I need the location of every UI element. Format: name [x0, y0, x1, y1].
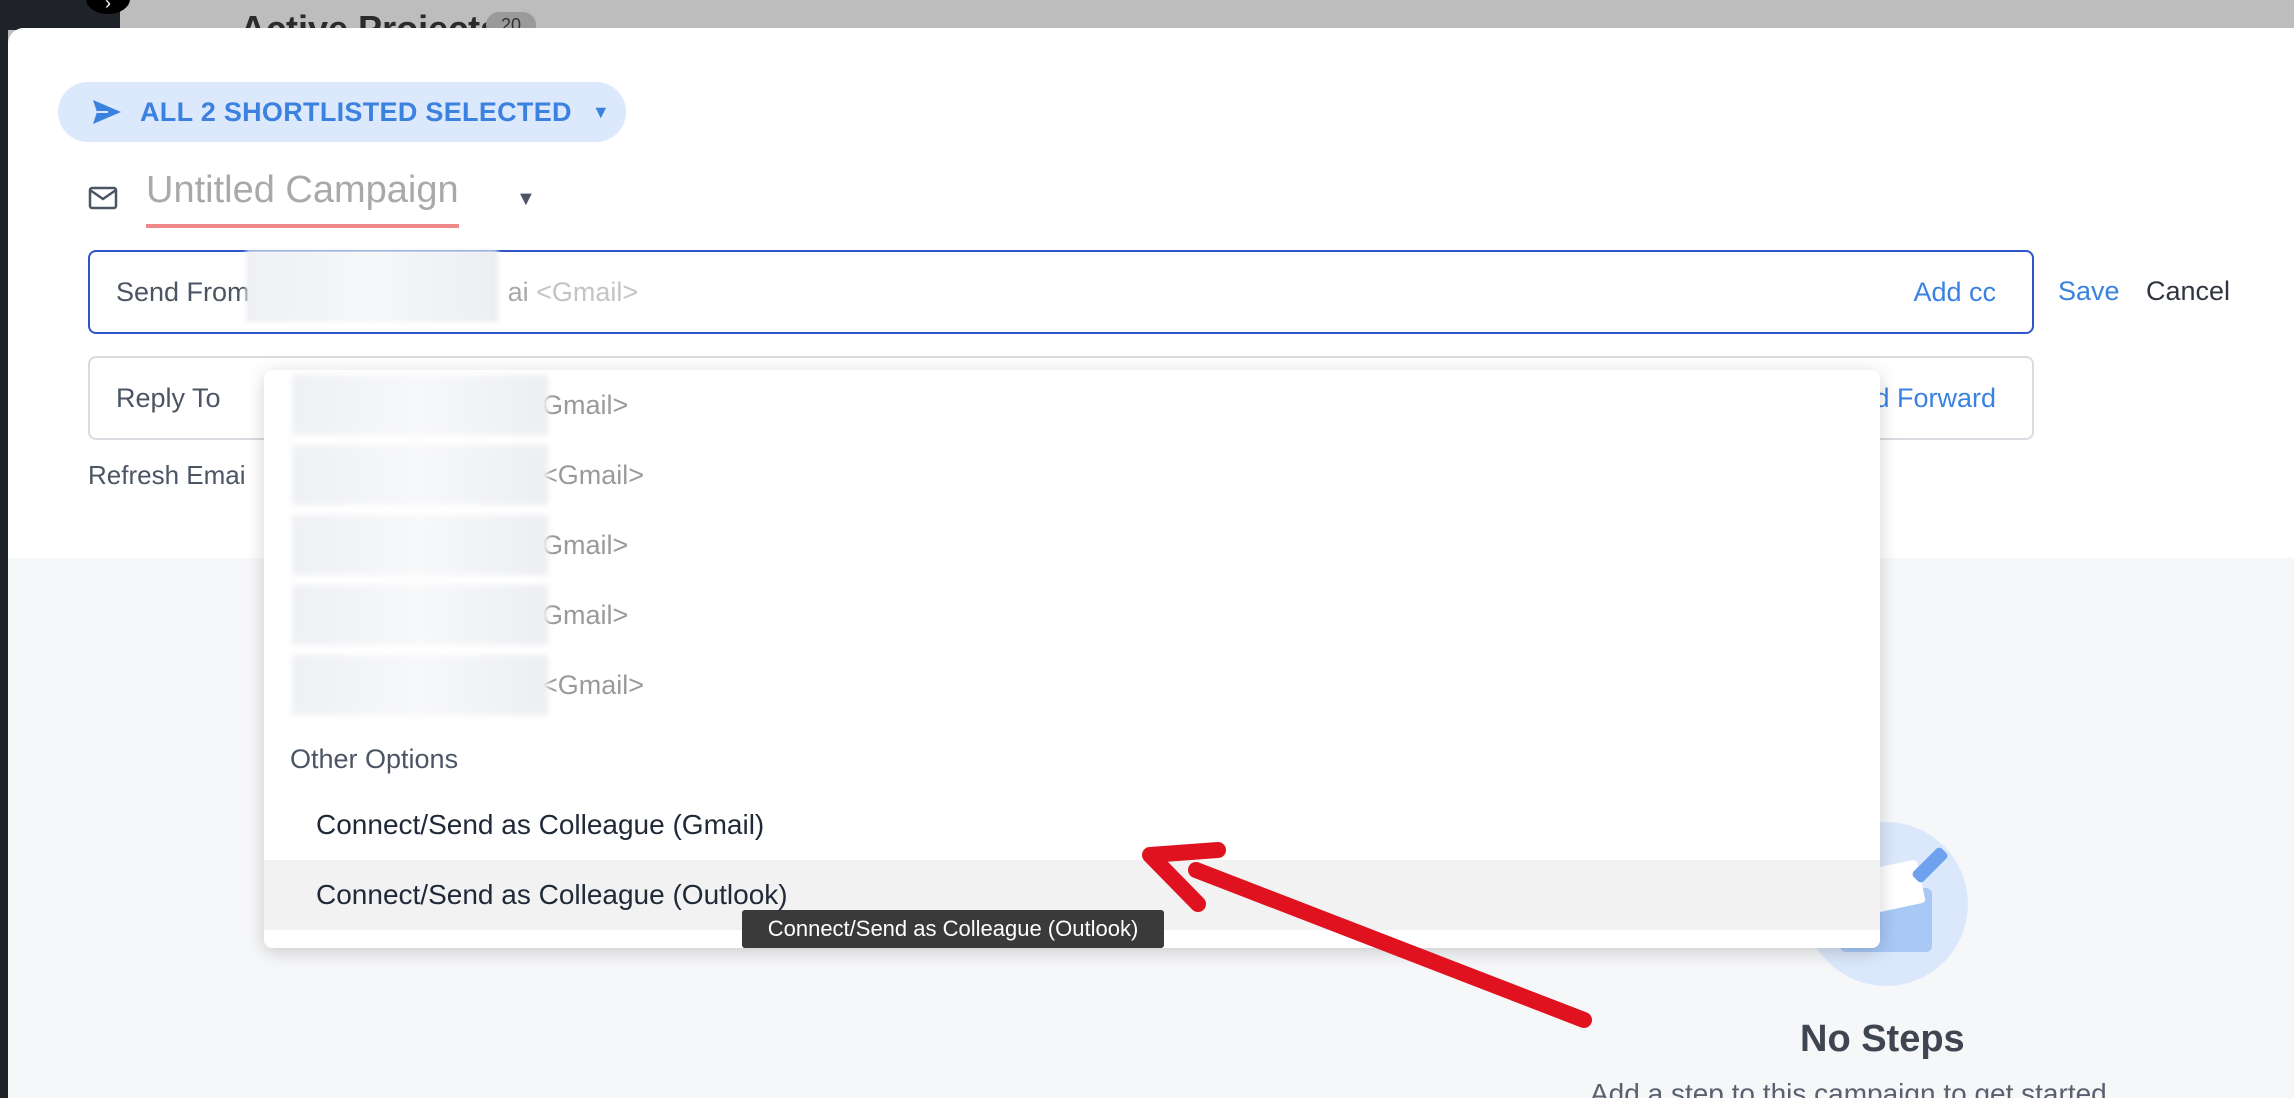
send-from-value-tag: <Gmail> — [536, 276, 639, 307]
connect-gmail-option[interactable]: Connect/Send as Colleague (Gmail) — [264, 790, 1880, 860]
mail-icon — [88, 186, 118, 210]
shortlist-selector-button[interactable]: ALL 2 SHORTLISTED SELECTED ▼ — [58, 82, 626, 142]
send-from-dropdown: Gmail> <Gmail> Gmail> Gmail> <Gmail> Oth… — [264, 370, 1880, 948]
account-option[interactable]: Gmail> — [264, 510, 1880, 580]
account-option-suffix: Gmail> — [542, 599, 629, 630]
redacted-email — [292, 585, 548, 645]
add-cc-link[interactable]: Add cc — [1913, 277, 1996, 308]
account-option-suffix: <Gmail> — [542, 669, 645, 700]
campaign-caret-down-icon[interactable]: ▼ — [516, 188, 536, 211]
shortlist-selector-label: ALL 2 SHORTLISTED SELECTED — [140, 96, 572, 127]
redacted-email — [292, 655, 548, 715]
caret-down-icon: ▼ — [591, 101, 610, 122]
redacted-email — [292, 375, 548, 435]
empty-state-title: No Steps — [1800, 1018, 1965, 1060]
account-option-suffix: Gmail> — [542, 389, 629, 420]
account-option-suffix: <Gmail> — [542, 459, 645, 490]
empty-state-subtitle: Add a step to this campaign to get start… — [1590, 1078, 2107, 1098]
campaign-name-input[interactable]: Untitled Campaign — [146, 169, 459, 228]
save-button[interactable]: Save — [2058, 276, 2120, 307]
refresh-emails-link[interactable]: Refresh Emai — [88, 460, 246, 491]
other-options-header: Other Options — [290, 744, 459, 774]
send-from-value: ai <Gmail> — [508, 277, 639, 308]
account-option[interactable]: <Gmail> — [264, 440, 1880, 510]
option-tooltip: Connect/Send as Colleague (Outlook) — [742, 910, 1164, 948]
add-forward-link[interactable]: d Forward — [1874, 383, 1996, 414]
redacted-email — [292, 515, 548, 575]
reply-to-label: Reply To — [116, 382, 221, 413]
send-from-label: Send From — [116, 276, 250, 307]
campaign-name-row: Untitled Campaign ▼ — [88, 168, 536, 228]
redacted-email — [292, 445, 548, 505]
background-sidebar — [0, 0, 8, 1098]
account-option[interactable]: Gmail> — [264, 580, 1880, 650]
cancel-button[interactable]: Cancel — [2146, 276, 2230, 307]
account-option[interactable]: <Gmail> — [264, 650, 1880, 720]
account-option-suffix: Gmail> — [542, 529, 629, 560]
redacted-email — [246, 250, 498, 322]
send-from-value-suffix: ai — [507, 276, 529, 307]
account-option[interactable]: Gmail> — [264, 370, 1880, 440]
send-icon — [93, 100, 121, 124]
